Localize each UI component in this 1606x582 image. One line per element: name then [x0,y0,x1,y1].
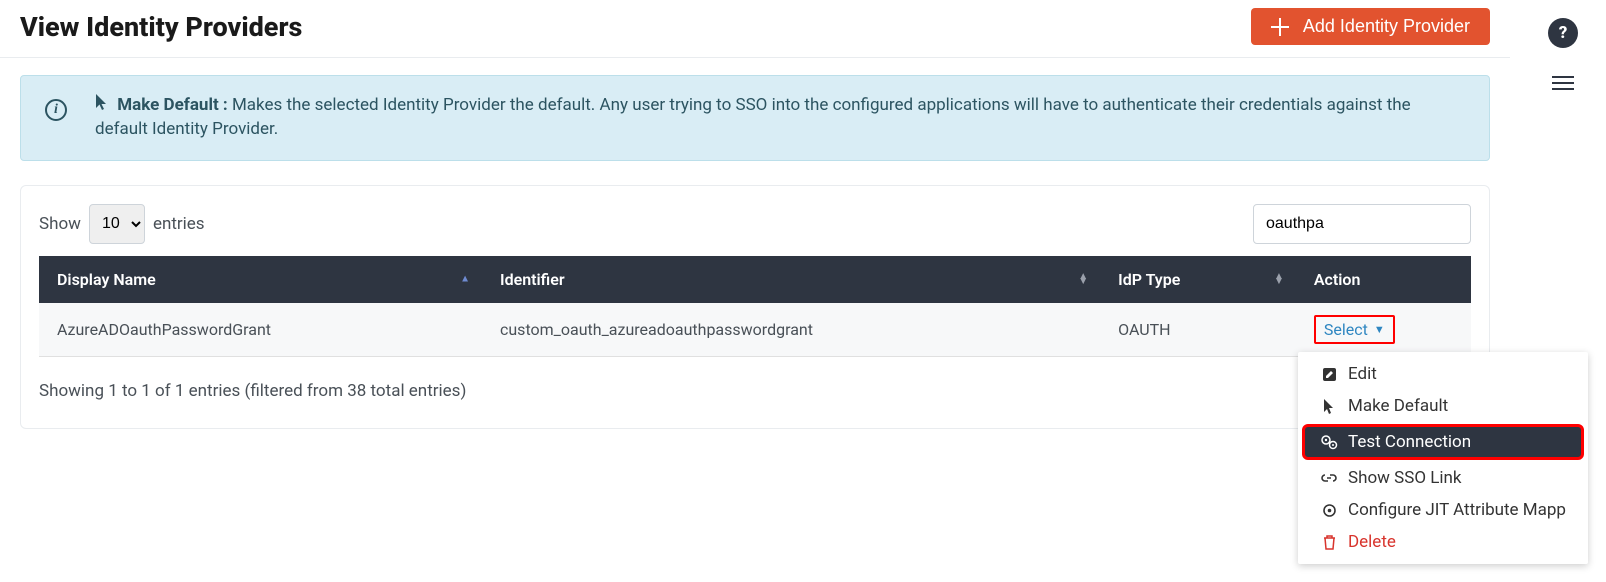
dd-configure-jit[interactable]: Configure JIT Attribute Mapp [1298,494,1588,526]
link-icon [1320,471,1338,485]
cell-idp-type: OAUTH [1100,303,1296,357]
table-row: AzureADOauthPasswordGrant custom_oauth_a… [39,303,1471,357]
plus-icon [1271,18,1289,36]
entries-label: entries [153,214,205,234]
col-display-name[interactable]: Display Name ▲ [39,256,482,303]
page-size-select[interactable]: 10 [89,204,145,244]
hamburger-icon[interactable] [1552,76,1574,90]
help-icon[interactable]: ? [1548,18,1578,48]
sort-icon: ▲ [460,277,470,282]
info-icon: i [45,99,67,121]
trash-icon [1320,535,1338,550]
dd-make-default[interactable]: Make Default [1298,390,1588,422]
info-banner: i Make Default : Makes the selected Iden… [20,75,1490,161]
sort-icon: ▲▼ [1078,274,1088,284]
cursor-icon [95,94,109,110]
add-button-label: Add Identity Provider [1303,16,1470,37]
banner-desc: Makes the selected Identity Provider the… [95,95,1411,139]
cursor-icon [1320,399,1338,414]
table-header-row: Display Name ▲ Identifier ▲▼ IdP Type ▲▼… [39,256,1471,303]
caret-down-icon: ▼ [1374,323,1385,336]
add-identity-provider-button[interactable]: Add Identity Provider [1251,8,1490,45]
search-input[interactable] [1253,204,1471,244]
action-dropdown: Edit Make Default Test Connection Show S… [1298,352,1588,564]
sort-icon: ▲▼ [1274,274,1284,284]
page-title: View Identity Providers [20,11,302,43]
col-idp-type[interactable]: IdP Type ▲▼ [1100,256,1296,303]
row-action-select[interactable]: Select ▼ [1314,315,1395,344]
dd-test-connection[interactable]: Test Connection [1302,424,1584,460]
cell-display-name: AzureADOauthPasswordGrant [39,303,482,357]
info-banner-text: Make Default : Makes the selected Identi… [95,94,1465,142]
show-label: Show [39,214,81,234]
results-text: Showing 1 to 1 of 1 entries (filtered fr… [39,381,466,401]
col-identifier[interactable]: Identifier ▲▼ [482,256,1100,303]
gear-icon [1320,503,1338,518]
dd-edit[interactable]: Edit [1298,358,1588,390]
dd-delete[interactable]: Delete [1298,526,1588,558]
edit-icon [1320,367,1338,382]
gears-icon [1320,435,1338,450]
cell-identifier: custom_oauth_azureadoauthpasswordgrant [482,303,1100,357]
dd-show-sso-link[interactable]: Show SSO Link [1298,462,1588,494]
col-action: Action [1296,256,1471,303]
banner-label: Make Default : [117,95,228,115]
